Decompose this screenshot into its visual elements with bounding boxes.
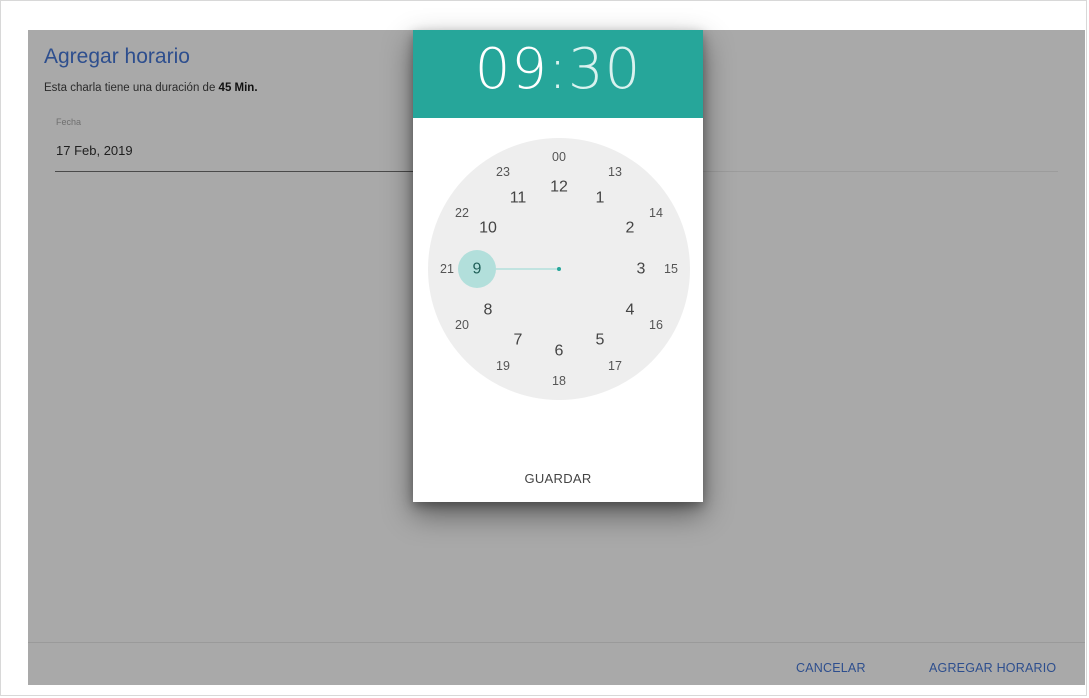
clock-hour-19[interactable]: 19 — [496, 359, 510, 373]
clock-hour-3[interactable]: 3 — [637, 261, 646, 278]
screenshot-frame: Agregar horario Esta charla tiene una du… — [0, 0, 1087, 696]
clock-hour-00[interactable]: 00 — [552, 150, 566, 164]
duration-text: Esta charla tiene una duración de 45 Min… — [44, 82, 258, 94]
clock-center-dot — [557, 267, 561, 271]
clock-hour-9[interactable]: 9 — [473, 261, 482, 278]
clock-hour-12[interactable]: 12 — [550, 179, 568, 196]
clock-hour-13[interactable]: 13 — [608, 165, 622, 179]
hours-display[interactable]: 09 — [475, 37, 548, 102]
clock-hour-14[interactable]: 14 — [649, 206, 663, 220]
clock-hour-20[interactable]: 20 — [455, 318, 469, 332]
clock-hour-18[interactable]: 18 — [552, 374, 566, 388]
dialog-title: Agregar horario — [44, 45, 190, 68]
time-picker: 09:30 12 1 2 3 4 5 6 7 8 9 10 11 00 13 14 15 16 17 18 19 20 2… — [413, 30, 703, 502]
time-separator: : — [548, 37, 568, 102]
minutes-display[interactable]: 30 — [568, 37, 641, 102]
cancel-button[interactable]: CANCELAR — [796, 661, 866, 675]
clock-hour-2[interactable]: 2 — [626, 220, 635, 237]
clock-hour-21[interactable]: 21 — [440, 262, 454, 276]
clock-hour-6[interactable]: 6 — [555, 343, 564, 360]
clock-hour-4[interactable]: 4 — [626, 302, 635, 319]
clock-hour-23[interactable]: 23 — [496, 165, 510, 179]
clock-hour-17[interactable]: 17 — [608, 359, 622, 373]
clock-hour-11[interactable]: 11 — [510, 189, 527, 206]
clock-hour-8[interactable]: 8 — [484, 302, 493, 319]
date-field-label: Fecha — [56, 117, 82, 127]
clock-hour-10[interactable]: 10 — [479, 220, 497, 237]
date-field[interactable]: 17 Feb, 2019 — [56, 143, 133, 158]
duration-prefix: Esta charla tiene una duración de — [44, 82, 216, 94]
footer-divider — [28, 642, 1085, 643]
save-time-button[interactable]: GUARDAR — [413, 470, 703, 487]
duration-value: 45 Min. — [218, 82, 258, 94]
clock-face[interactable]: 121234567891011001314151617181920212223 — [427, 137, 691, 401]
clock-hour-16[interactable]: 16 — [649, 318, 663, 332]
clock-hour-7[interactable]: 7 — [514, 332, 523, 349]
date-field-underline — [55, 171, 413, 172]
clock-hour-5[interactable]: 5 — [596, 332, 605, 349]
add-schedule-button[interactable]: AGREGAR HORARIO — [929, 661, 1056, 675]
time-display: 09:30 — [413, 30, 703, 118]
clock-hour-1[interactable]: 1 — [596, 189, 605, 206]
clock-hour-22[interactable]: 22 — [455, 206, 469, 220]
clock-hour-15[interactable]: 15 — [664, 262, 678, 276]
time-field-underline — [703, 171, 1058, 172]
